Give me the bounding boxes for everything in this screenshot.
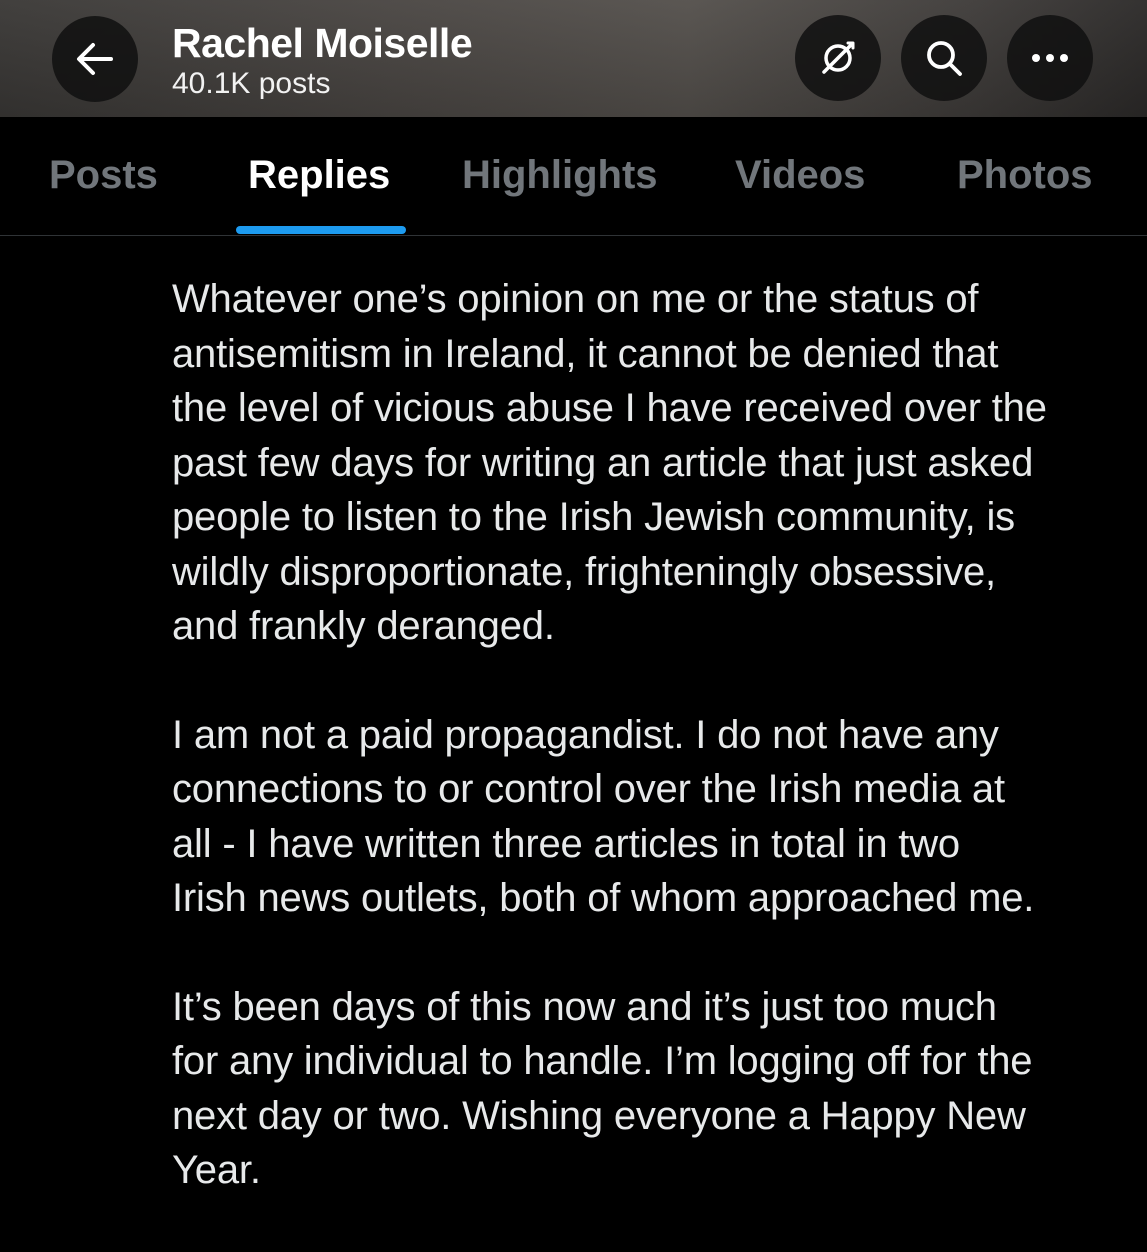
post-paragraph-3: It’s been days of this now and it’s just…: [172, 984, 1033, 1193]
post-text: Whatever one’s opinion on me or the stat…: [172, 272, 1132, 1252]
grok-icon: [818, 38, 858, 78]
back-button[interactable]: [52, 16, 138, 102]
tab-photos[interactable]: Photos: [957, 153, 1093, 198]
post-paragraph-1: Whatever one’s opinion on me or the stat…: [172, 277, 1047, 648]
more-button[interactable]: [1007, 15, 1093, 101]
profile-header: Rachel Moiselle 40.1K posts: [0, 0, 1147, 117]
active-tab-indicator: [236, 226, 406, 234]
tab-highlights[interactable]: Highlights: [462, 153, 658, 198]
search-icon: [924, 38, 964, 78]
arrow-left-icon: [76, 42, 114, 76]
post-paragraph-2: I am not a paid propagandist. I do not h…: [172, 712, 1035, 921]
tab-replies[interactable]: Replies: [248, 153, 390, 198]
profile-tabs: Posts Replies Highlights Videos Photos: [0, 117, 1147, 236]
profile-name: Rachel Moiselle: [172, 20, 473, 66]
more-horizontal-icon: [1030, 52, 1070, 64]
tab-posts[interactable]: Posts: [49, 153, 158, 198]
post-count: 40.1K posts: [172, 67, 331, 100]
tab-videos[interactable]: Videos: [735, 153, 865, 198]
grok-button[interactable]: [795, 15, 881, 101]
search-button[interactable]: [901, 15, 987, 101]
